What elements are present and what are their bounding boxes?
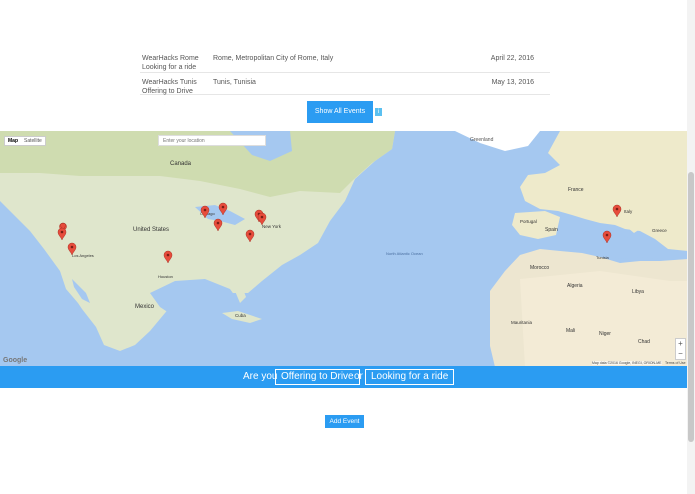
- map-label: Greece: [652, 228, 667, 233]
- map-label: Niger: [599, 331, 611, 337]
- map-marker-dot: [70, 245, 74, 249]
- map-label: France: [568, 187, 584, 193]
- map-marker-dot: [615, 207, 619, 211]
- location-search-input[interactable]: [158, 135, 266, 146]
- event-name: WearHacks Tunis: [142, 79, 197, 86]
- map-marker-dot: [203, 208, 207, 212]
- map-canvas: Canada United States Mexico Greenland No…: [0, 131, 688, 367]
- scrollbar[interactable]: [687, 0, 695, 494]
- sahara: [520, 271, 688, 367]
- event-role: Looking for a ride: [142, 64, 197, 71]
- scrollbar-thumb[interactable]: [688, 172, 694, 442]
- offering-to-drive-button[interactable]: Offering to Drive: [275, 369, 360, 385]
- event-date: April 22, 2016: [490, 55, 534, 62]
- map-credit: Map data ©2016 Google, INEGI, ORION-ME: [592, 361, 662, 365]
- map-label: Canada: [170, 161, 192, 167]
- map-marker-dot: [166, 253, 170, 257]
- map-type-map-button[interactable]: Map: [5, 137, 21, 145]
- map-type-satellite-button[interactable]: Satellite: [21, 137, 45, 145]
- event-name: WearHacks Rome: [142, 55, 199, 62]
- map-marker-dot: [216, 221, 220, 225]
- google-logo: Google: [3, 357, 28, 364]
- event-title: WearHacks Rome Looking for a ride: [142, 54, 210, 72]
- map-label: United States: [133, 227, 169, 233]
- event-place: Tunis, Tunisia: [213, 79, 256, 86]
- map-label: Chad: [638, 339, 650, 345]
- map-label: Algeria: [567, 283, 583, 289]
- event-date: May 13, 2016: [491, 79, 534, 86]
- looking-for-ride-button[interactable]: Looking for a ride: [365, 369, 455, 385]
- zoom-in-button[interactable]: +: [676, 339, 685, 349]
- map-label: New York: [262, 224, 282, 229]
- map-label: Los Angeles: [72, 253, 94, 258]
- map-label: Libya: [632, 289, 644, 295]
- map-marker-dot: [248, 232, 252, 236]
- info-icon[interactable]: i: [375, 108, 382, 116]
- map-label: Morocco: [530, 265, 549, 271]
- add-event-button[interactable]: Add Event: [325, 415, 364, 428]
- event-row[interactable]: WearHacks Tunis Offering to Drive Tunis,…: [140, 73, 550, 95]
- zoom-control: + −: [675, 338, 686, 360]
- greenland-landmass: [455, 131, 540, 151]
- map-marker-dot: [221, 205, 225, 209]
- cta-or: or: [354, 371, 363, 382]
- terms-link[interactable]: Terms of Use: [665, 361, 686, 365]
- map-marker-dot: [260, 215, 264, 219]
- page: WearHacks Rome Looking for a ride Rome, …: [0, 0, 695, 494]
- map-label: Mali: [566, 328, 575, 334]
- map-label: Portugal: [520, 219, 537, 224]
- map-marker-dot: [605, 233, 609, 237]
- map-label: Mauritania: [511, 320, 533, 325]
- event-place: Rome, Metropolitan City of Rome, Italy: [213, 55, 334, 62]
- cta-bar: Are you Offering to Drive or Looking for…: [0, 366, 688, 388]
- map-marker-dot: [60, 230, 64, 234]
- map-type-control: Map Satellite: [4, 136, 46, 146]
- show-all-events-button[interactable]: Show All Events: [307, 101, 373, 123]
- map-label: Mexico: [135, 304, 155, 310]
- map-label: Spain: [545, 227, 558, 233]
- cta-prefix: Are you: [243, 371, 278, 382]
- map-label: Cuba: [235, 313, 246, 318]
- event-row[interactable]: WearHacks Rome Looking for a ride Rome, …: [140, 49, 550, 73]
- map-label: Tunisia: [596, 255, 610, 260]
- event-role: Offering to Drive: [142, 88, 193, 95]
- map[interactable]: Canada United States Mexico Greenland No…: [0, 131, 688, 367]
- map-label: Houston: [158, 274, 173, 279]
- map-label: Italy: [624, 209, 633, 214]
- zoom-out-button[interactable]: −: [676, 349, 685, 359]
- events-list: WearHacks Rome Looking for a ride Rome, …: [140, 49, 550, 95]
- map-label: Greenland: [470, 137, 494, 143]
- iberia: [512, 211, 560, 239]
- map-label: North Atlantic Ocean: [386, 251, 423, 256]
- event-title: WearHacks Tunis Offering to Drive: [142, 78, 210, 96]
